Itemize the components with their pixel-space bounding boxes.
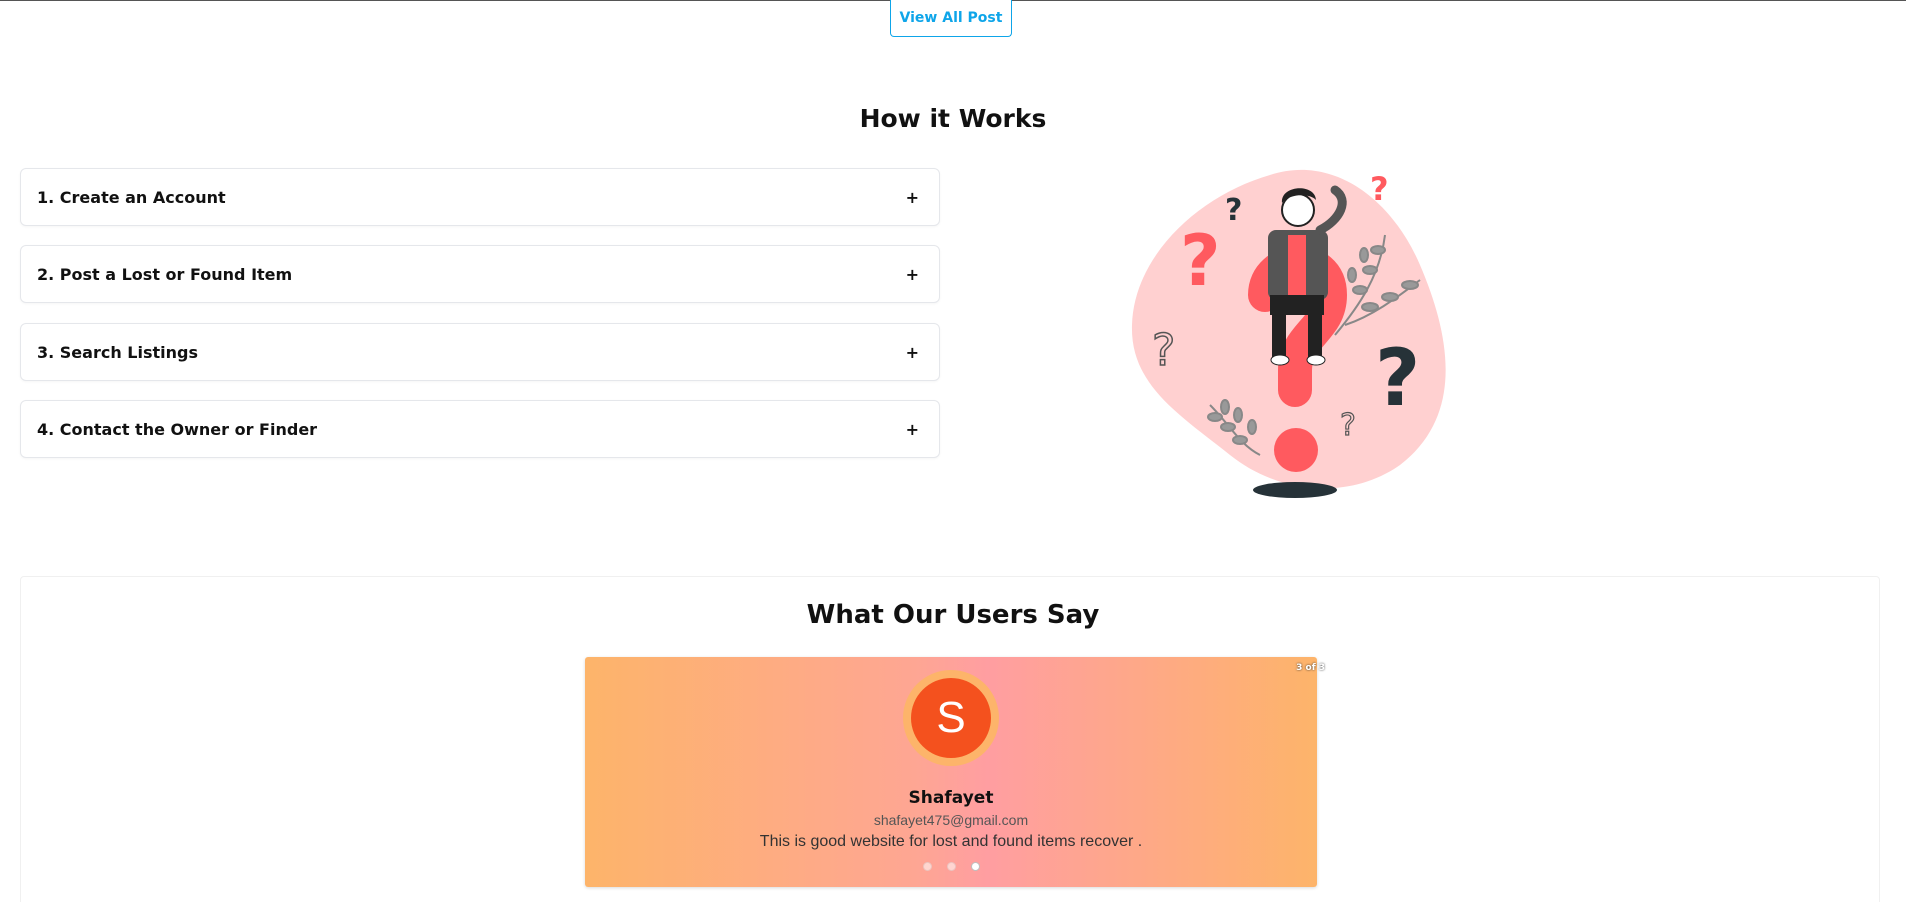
carousel-dot-3[interactable] xyxy=(970,862,980,871)
svg-text:?: ? xyxy=(1375,334,1420,424)
plus-icon[interactable]: + xyxy=(906,420,919,439)
slide-counter: 3 of 3 xyxy=(1296,663,1325,673)
testimonial-name: Shafayet xyxy=(908,788,994,808)
plus-icon[interactable]: + xyxy=(906,265,919,284)
plus-icon[interactable]: + xyxy=(906,343,919,362)
avatar: S xyxy=(911,678,991,758)
testimonial-email: shafayet475@gmail.com xyxy=(873,812,1029,828)
accordion-label: 1. Create an Account xyxy=(37,187,226,207)
carousel-dot-2[interactable] xyxy=(946,862,956,871)
accordion-item-search-listings[interactable]: 3. Search Listings + xyxy=(20,323,940,381)
carousel-dots xyxy=(585,862,1317,871)
svg-text:?: ? xyxy=(1225,193,1242,228)
accordion-label: 2. Post a Lost or Found Item xyxy=(37,264,293,284)
confused-person-illustration: ? ? ? ? ? ? xyxy=(1120,155,1480,505)
carousel-dot-1[interactable] xyxy=(922,862,932,871)
how-it-works-title: How it Works xyxy=(859,104,1047,133)
view-all-post-button[interactable]: View All Post xyxy=(890,0,1012,37)
svg-text:?: ? xyxy=(1340,408,1356,443)
svg-text:?: ? xyxy=(1370,170,1389,208)
testimonial-quote: This is good website for lost and found … xyxy=(759,833,1143,850)
accordion-item-create-account[interactable]: 1. Create an Account + xyxy=(20,168,940,226)
svg-text:?: ? xyxy=(1152,325,1175,376)
accordion-label: 4. Contact the Owner or Finder xyxy=(37,419,318,439)
testimonials-title: What Our Users Say xyxy=(806,600,1100,630)
accordion-item-post-item[interactable]: 2. Post a Lost or Found Item + xyxy=(20,245,940,303)
accordion-item-contact-owner[interactable]: 4. Contact the Owner or Finder + xyxy=(20,400,940,458)
accordion-label: 3. Search Listings xyxy=(37,342,198,362)
plus-icon[interactable]: + xyxy=(906,188,919,207)
avatar-ring: S xyxy=(903,670,999,766)
testimonial-slide[interactable]: 3 of 3 S Shafayet shafayet475@gmail.com … xyxy=(585,657,1325,887)
svg-text:?: ? xyxy=(1180,220,1221,302)
